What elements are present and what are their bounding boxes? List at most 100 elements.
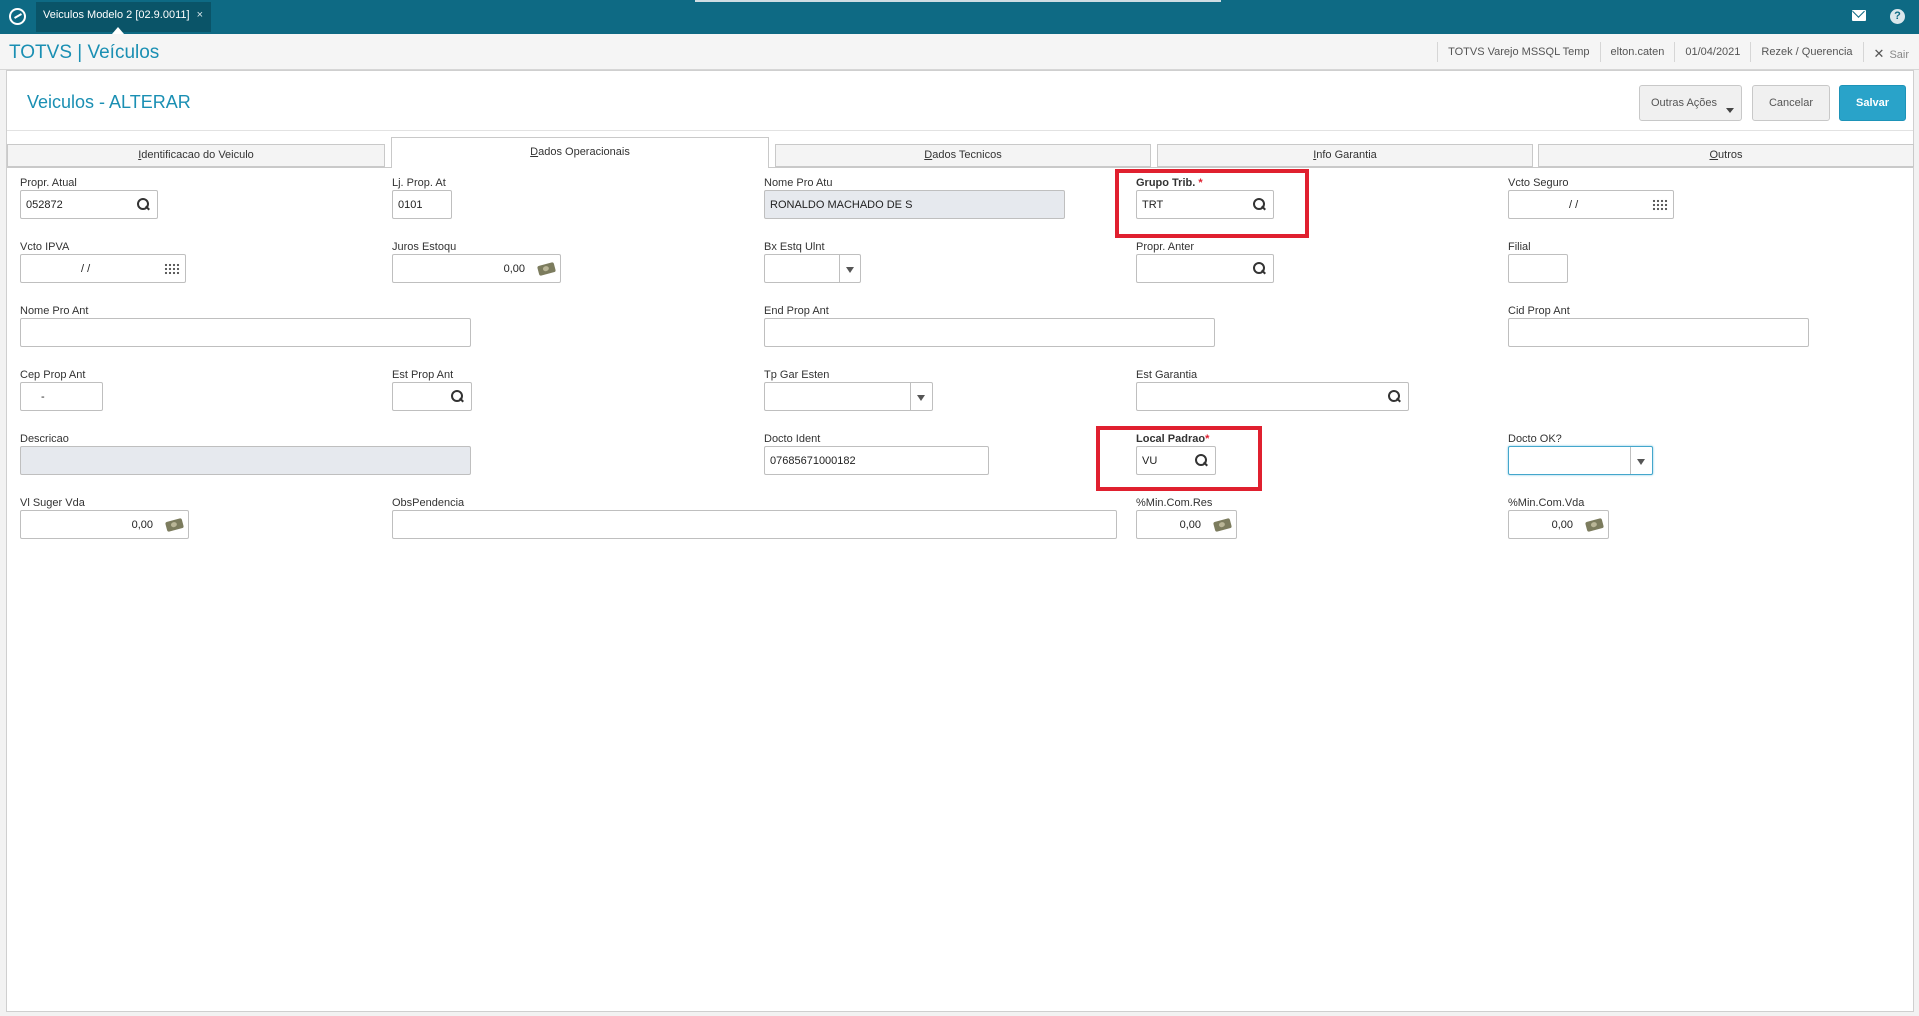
local-padrao-label-text: Local Padrao [1136, 433, 1206, 445]
required-marker: * [1205, 433, 1210, 445]
est-garantia-field[interactable] [1136, 382, 1409, 411]
chevron-down-icon[interactable] [1637, 459, 1645, 465]
end-prop-ant-field[interactable] [764, 318, 1215, 347]
totvs-logo-icon[interactable] [9, 8, 26, 25]
page-title: Veiculos - ALTERAR [27, 92, 191, 112]
descricao-field [20, 446, 471, 475]
juros-estoqu-value: 0,00 [503, 263, 525, 275]
tab-label: ados Operacionais [538, 146, 630, 158]
search-icon[interactable] [1387, 389, 1403, 405]
cid-prop-ant-label: Cid Prop Ant [1508, 305, 1570, 317]
tab-label: nfo Garantia [1316, 149, 1377, 161]
est-prop-ant-field[interactable] [392, 382, 472, 411]
money-icon[interactable] [536, 261, 557, 277]
mail-icon[interactable] [1852, 10, 1866, 21]
vcto-seguro-label: Vcto Seguro [1508, 177, 1569, 189]
bx-estq-ulnt-label: Bx Estq Ulnt [764, 241, 825, 253]
lj-prop-at-label: Lj. Prop. At [392, 177, 446, 189]
bx-estq-ulnt-select[interactable] [764, 254, 861, 283]
min-com-vda-value: 0,00 [1551, 519, 1573, 531]
tab-hotkey: O [1709, 149, 1719, 161]
juros-estoqu-label: Juros Estoqu [392, 241, 457, 253]
min-com-vda-field[interactable]: 0,00 [1508, 510, 1609, 539]
tab-outros[interactable]: Outros [1538, 144, 1914, 167]
juros-estoqu-field[interactable]: 0,00 [392, 254, 561, 283]
select-divider [910, 383, 911, 410]
top-strip [695, 0, 1221, 2]
vcto-seguro-field[interactable]: / / [1508, 190, 1674, 219]
cep-prop-ant-label: Cep Prop Ant [20, 369, 86, 381]
search-icon[interactable] [1252, 261, 1268, 277]
tp-gar-esten-select[interactable] [764, 382, 933, 411]
lj-prop-at-field[interactable]: 0101 [392, 190, 452, 219]
vcto-ipva-label: Vcto IPVA [20, 241, 70, 253]
search-icon[interactable] [450, 389, 466, 405]
app-tab-title: Veiculos Modelo 2 [02.9.0011] [43, 9, 190, 21]
local-padrao-label: Local Padrao* [1136, 433, 1209, 445]
grupo-trib-label: Grupo Trib. * [1136, 177, 1203, 189]
help-icon[interactable]: ? [1890, 9, 1905, 24]
tab-identificacao-veiculo[interactable]: Identificacao do Veiculo [7, 144, 385, 167]
obs-pendencia-label: ObsPendencia [392, 497, 465, 509]
chevron-down-icon[interactable] [846, 267, 854, 273]
grupo-trib-value: TRT [1142, 199, 1164, 211]
header-info: TOTVS Varejo MSSQL Temp elton.caten 01/0… [1437, 34, 1919, 70]
date-label: 01/04/2021 [1674, 42, 1750, 62]
docto-ok-select[interactable] [1508, 446, 1653, 475]
min-com-res-label: %Min.Com.Res [1136, 497, 1213, 509]
more-actions-button[interactable]: Outras Ações [1639, 85, 1742, 121]
est-garantia-label: Est Garantia [1136, 369, 1198, 381]
vl-suger-vda-field[interactable]: 0,00 [20, 510, 189, 539]
vcto-ipva-value: / / [81, 263, 91, 275]
cancel-button[interactable]: Cancelar [1752, 85, 1830, 121]
cep-prop-ant-field[interactable]: - [20, 382, 103, 411]
environment-label: TOTVS Varejo MSSQL Temp [1437, 42, 1599, 62]
vcto-ipva-field[interactable]: / / [20, 254, 186, 283]
docto-ident-value: 07685671000182 [770, 455, 856, 467]
local-padrao-value: VU [1142, 455, 1158, 467]
propr-anter-field[interactable] [1136, 254, 1274, 283]
app-header: TOTVS | Veículos TOTVS Varejo MSSQL Temp… [0, 34, 1919, 70]
cid-prop-ant-field[interactable] [1508, 318, 1809, 347]
docto-ident-field[interactable]: 07685671000182 [764, 446, 989, 475]
local-padrao-field[interactable]: VU [1136, 446, 1216, 475]
filial-field[interactable] [1508, 254, 1568, 283]
obs-pendencia-field[interactable] [392, 510, 1117, 539]
money-icon[interactable] [164, 517, 185, 533]
tab-divider [7, 167, 1913, 168]
vcto-seguro-value: / / [1569, 199, 1579, 211]
tab-dados-tecnicos[interactable]: Dados Tecnicos [775, 144, 1151, 167]
propr-anter-label: Propr. Anter [1136, 241, 1195, 253]
exit-label: Sair [1889, 49, 1909, 61]
calendar-icon[interactable] [164, 263, 180, 275]
min-com-res-value: 0,00 [1179, 519, 1201, 531]
top-bar: Veiculos Modelo 2 [02.9.0011] × ? [0, 0, 1919, 34]
min-com-vda-label: %Min.Com.Vda [1508, 497, 1585, 509]
nome-pro-ant-field[interactable] [20, 318, 471, 347]
nome-pro-atu-field: RONALDO MACHADO DE S [764, 190, 1065, 219]
active-tab-pointer [112, 27, 124, 34]
vl-suger-vda-value: 0,00 [131, 519, 153, 531]
brand-title: TOTVS | Veículos [9, 42, 160, 63]
propr-atual-value: 052872 [26, 199, 63, 211]
search-icon[interactable] [136, 197, 152, 213]
branch-label: Rezek / Querencia [1750, 42, 1862, 62]
grupo-trib-field[interactable]: TRT [1136, 190, 1274, 219]
filial-label: Filial [1508, 241, 1531, 253]
money-icon[interactable] [1212, 517, 1233, 533]
save-button[interactable]: Salvar [1839, 85, 1906, 121]
exit-button[interactable]: ✕ Sair [1862, 42, 1919, 62]
tab-label: dentificacao do Veiculo [141, 149, 254, 161]
money-icon[interactable] [1584, 517, 1605, 533]
app-tab-close-icon[interactable]: × [197, 9, 203, 21]
search-icon[interactable] [1194, 453, 1210, 469]
calendar-icon[interactable] [1652, 199, 1668, 211]
user-label: elton.caten [1599, 42, 1675, 62]
tab-dados-operacionais[interactable]: Dados Operacionais [391, 137, 769, 168]
tab-info-garantia[interactable]: Info Garantia [1157, 144, 1533, 167]
min-com-res-field[interactable]: 0,00 [1136, 510, 1237, 539]
propr-atual-field[interactable]: 052872 [20, 190, 158, 219]
main-panel: Veiculos - ALTERAR Outras Ações Cancelar… [6, 70, 1914, 1012]
chevron-down-icon[interactable] [917, 395, 925, 401]
search-icon[interactable] [1252, 197, 1268, 213]
